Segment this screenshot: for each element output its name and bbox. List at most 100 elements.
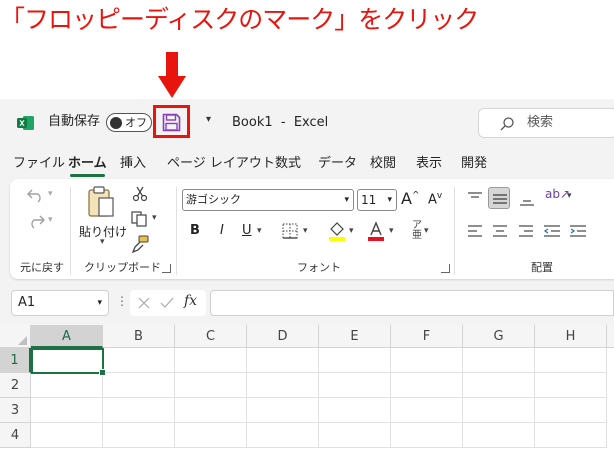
- cell-a4[interactable]: [31, 423, 103, 448]
- increase-indent-icon[interactable]: [569, 224, 587, 238]
- cell-d1[interactable]: [247, 348, 319, 373]
- cell-h2[interactable]: [535, 373, 607, 398]
- column-header-b[interactable]: B: [103, 325, 175, 348]
- copy-icon[interactable]: [131, 211, 149, 227]
- cell-g2[interactable]: [463, 373, 535, 398]
- row-header-1[interactable]: 1: [0, 348, 31, 373]
- column-header-c[interactable]: C: [175, 325, 247, 348]
- cell-h4[interactable]: [535, 423, 607, 448]
- column-header-a[interactable]: A: [31, 325, 103, 348]
- paste-dropdown-icon[interactable]: ▾: [100, 237, 105, 247]
- cell-e2[interactable]: [319, 373, 391, 398]
- name-box[interactable]: A1 ▾: [11, 290, 109, 316]
- redo-icon[interactable]: [26, 213, 46, 229]
- font-color-icon[interactable]: [367, 221, 385, 241]
- column-header-g[interactable]: G: [463, 325, 535, 348]
- cell-c4[interactable]: [175, 423, 247, 448]
- format-painter-icon[interactable]: [131, 235, 149, 253]
- cell-e4[interactable]: [319, 423, 391, 448]
- increase-font-size-icon[interactable]: A^: [401, 189, 420, 208]
- fill-color-dropdown-icon[interactable]: ▾: [349, 226, 354, 236]
- align-bottom-icon[interactable]: [519, 193, 535, 207]
- cell-a2[interactable]: [31, 373, 103, 398]
- cell-g3[interactable]: [463, 398, 535, 423]
- more-options-icon[interactable]: ⋮: [116, 294, 128, 308]
- tab-home[interactable]: ホーム: [68, 154, 107, 177]
- tab-formulas[interactable]: 数式: [275, 154, 301, 174]
- redo-dropdown-icon[interactable]: ▾: [48, 215, 53, 225]
- decrease-indent-icon[interactable]: [543, 224, 561, 238]
- align-top-icon[interactable]: [467, 191, 483, 205]
- cell-d4[interactable]: [247, 423, 319, 448]
- selected-cell-a1[interactable]: [31, 348, 106, 376]
- align-left-icon[interactable]: [467, 224, 483, 238]
- phonetic-guide-icon[interactable]: ア亜: [412, 221, 422, 241]
- undo-icon[interactable]: [26, 187, 46, 203]
- copy-dropdown-icon[interactable]: ▾: [152, 213, 157, 223]
- column-header-d[interactable]: D: [247, 325, 319, 348]
- font-name-select[interactable]: 游ゴシック ▾: [182, 189, 354, 211]
- cell-f3[interactable]: [391, 398, 463, 423]
- tab-file[interactable]: ファイル: [13, 154, 65, 174]
- undo-dropdown-icon[interactable]: ▾: [48, 189, 53, 199]
- borders-icon[interactable]: [282, 223, 298, 239]
- phonetic-dropdown-icon[interactable]: ▾: [424, 226, 429, 236]
- search-box[interactable]: 検索: [478, 108, 614, 138]
- column-header-h[interactable]: H: [535, 325, 607, 348]
- scissors-icon[interactable]: [132, 186, 148, 202]
- cell-b3[interactable]: [103, 398, 175, 423]
- align-middle-button[interactable]: [488, 187, 510, 209]
- cell-b1[interactable]: [103, 348, 175, 373]
- clipboard-launcher-icon[interactable]: [162, 264, 171, 273]
- underline-button[interactable]: U: [242, 223, 252, 239]
- cell-d2[interactable]: [247, 373, 319, 398]
- italic-button[interactable]: I: [220, 223, 224, 239]
- orientation-dropdown-icon[interactable]: ▾: [567, 191, 572, 201]
- select-all-button[interactable]: [0, 325, 31, 348]
- cell-g4[interactable]: [463, 423, 535, 448]
- cell-f4[interactable]: [391, 423, 463, 448]
- row-header-2[interactable]: 2: [0, 373, 31, 398]
- cell-c3[interactable]: [175, 398, 247, 423]
- cell-b4[interactable]: [103, 423, 175, 448]
- underline-dropdown-icon[interactable]: ▾: [257, 226, 262, 236]
- font-color-dropdown-icon[interactable]: ▾: [389, 226, 394, 236]
- bold-button[interactable]: B: [190, 223, 200, 239]
- cell-h1[interactable]: [535, 348, 607, 373]
- row-header-3[interactable]: 3: [0, 398, 31, 423]
- tab-data[interactable]: データ: [318, 154, 357, 174]
- row-header-4[interactable]: 4: [0, 423, 31, 448]
- cell-c2[interactable]: [175, 373, 247, 398]
- cell-c1[interactable]: [175, 348, 247, 373]
- cell-f2[interactable]: [391, 373, 463, 398]
- paste-icon[interactable]: [86, 185, 118, 219]
- cell-a3[interactable]: [31, 398, 103, 423]
- cancel-icon[interactable]: [138, 297, 150, 309]
- tab-developer[interactable]: 開発: [461, 154, 487, 174]
- cell-f1[interactable]: [391, 348, 463, 373]
- tab-insert[interactable]: 挿入: [120, 154, 146, 174]
- cell-b2[interactable]: [103, 373, 175, 398]
- font-launcher-icon[interactable]: [441, 264, 450, 273]
- cell-h3[interactable]: [535, 398, 607, 423]
- decrease-font-size-icon[interactable]: Av: [428, 191, 442, 207]
- cell-g1[interactable]: [463, 348, 535, 373]
- tab-review[interactable]: 校閲: [370, 154, 396, 174]
- insert-function-button[interactable]: fx: [184, 293, 197, 309]
- borders-dropdown-icon[interactable]: ▾: [303, 226, 308, 236]
- formula-input[interactable]: [210, 290, 614, 316]
- column-header-f[interactable]: F: [391, 325, 463, 348]
- column-header-e[interactable]: E: [319, 325, 391, 348]
- cell-e1[interactable]: [319, 348, 391, 373]
- save-button[interactable]: [153, 105, 190, 138]
- chevron-down-icon[interactable]: ▾: [206, 114, 211, 125]
- enter-check-icon[interactable]: [160, 297, 174, 309]
- tab-page-layout[interactable]: ページ レイアウト: [167, 154, 275, 174]
- align-center-icon[interactable]: [492, 224, 508, 238]
- cell-d3[interactable]: [247, 398, 319, 423]
- cell-e3[interactable]: [319, 398, 391, 423]
- fill-color-icon[interactable]: [328, 221, 346, 241]
- autosave-toggle[interactable]: オフ: [106, 113, 152, 132]
- tab-view[interactable]: 表示: [416, 154, 442, 174]
- align-right-icon[interactable]: [518, 224, 534, 238]
